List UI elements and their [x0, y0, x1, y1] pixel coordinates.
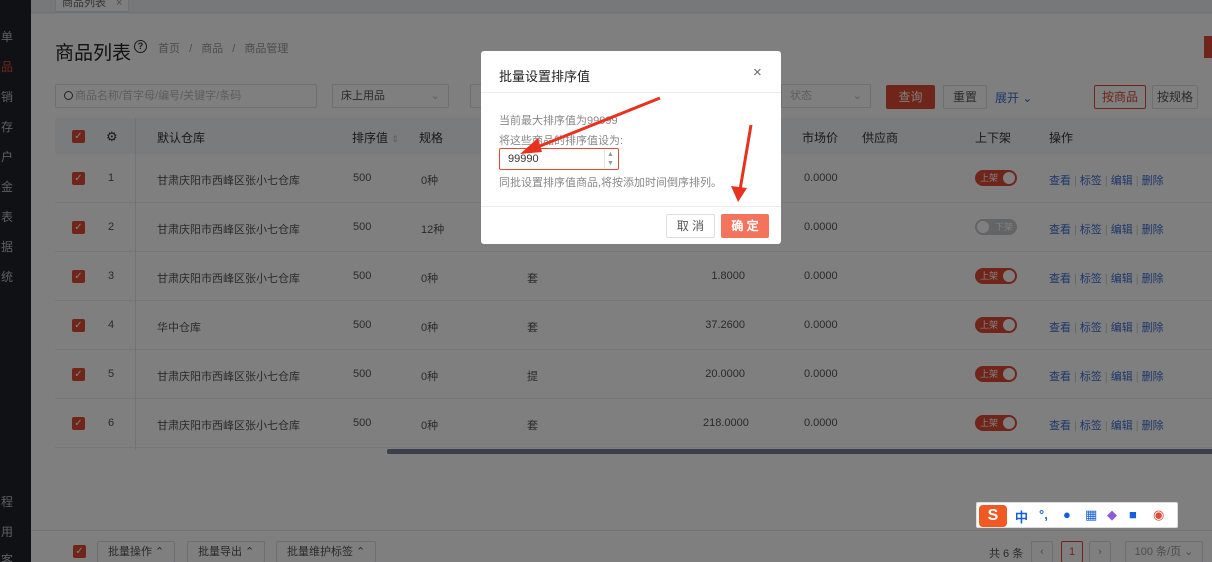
toolbox-icon[interactable]: ■	[1129, 507, 1137, 522]
skin-icon[interactable]: ◆	[1107, 507, 1117, 523]
sogou-logo-icon[interactable]: S	[979, 505, 1007, 527]
avatar-icon[interactable]: ◉	[1153, 507, 1164, 523]
arrow-head-icon	[731, 186, 747, 202]
microphone-icon[interactable]: ●	[1063, 507, 1071, 522]
annotation-arrows	[520, 96, 753, 202]
ime-punct-toggle[interactable]: °,	[1039, 507, 1048, 522]
arrow-to-input	[529, 96, 661, 152]
arrow-head-icon	[520, 138, 542, 154]
arrow-to-confirm	[738, 124, 753, 191]
ime-toolbar: S 中 °, ● ▦ ◆ ■ ◉	[976, 502, 1178, 528]
keyboard-icon[interactable]: ▦	[1085, 507, 1097, 523]
ime-chinese-toggle[interactable]: 中	[1015, 507, 1028, 526]
